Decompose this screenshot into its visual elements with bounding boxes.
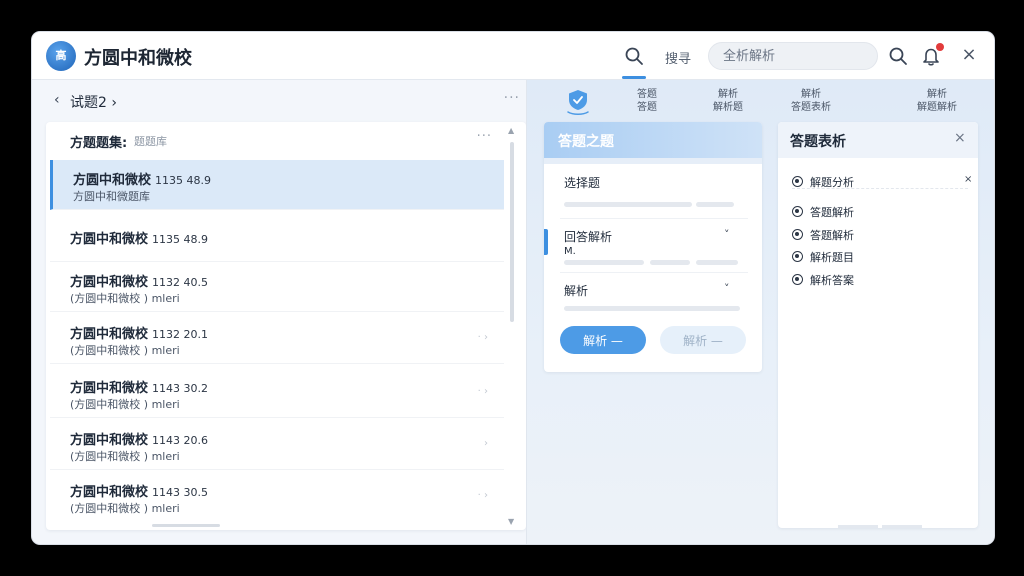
divider xyxy=(792,188,968,189)
placeholder-bar xyxy=(564,202,692,207)
list-item-title: 方圆中和微校 1143 30.2 xyxy=(70,381,208,396)
field-label-choice: 选择题 xyxy=(564,176,601,190)
field-label-answer[interactable]: 回答解析 xyxy=(564,228,612,245)
list-item-subtitle: (方圆中和微校 ) mleri xyxy=(70,450,180,463)
search-tab-indicator xyxy=(622,76,646,79)
placeholder-bar xyxy=(650,260,690,265)
tool-solution[interactable]: 解析 解题解析 xyxy=(917,88,957,114)
search-icon[interactable] xyxy=(624,46,644,66)
list-item-subtitle: (方圆中和微校 ) mleri xyxy=(70,398,180,411)
answer-panel-header: 答题之题 xyxy=(544,122,762,158)
list-more-icon[interactable]: ··· xyxy=(477,129,492,144)
list-item[interactable]: 方圆中和微校 1143 30.2 (方圆中和微校 ) mleri · › xyxy=(50,368,504,418)
active-field-indicator xyxy=(544,229,548,255)
question-list: 方题题集: 题题库 ··· 方圆中和微校 1135 48.9 方圆中和微题库 方圆… xyxy=(46,122,526,530)
footer-bar xyxy=(838,525,878,528)
answer-panel: 答题之题 选择题 回答解析 ˅ M. 解析 ˅ 解析 — 解析 — xyxy=(544,122,762,372)
analysis-option[interactable]: 解题分析 × xyxy=(792,174,972,192)
analysis-option[interactable]: 答题解析 xyxy=(792,227,972,245)
list-header: 方题题集: 题题库 ··· xyxy=(46,122,506,158)
answer-panel-title: 答题之题 xyxy=(558,134,614,150)
list-item[interactable]: 方圆中和微校 1135 48.9 方圆中和微题库 xyxy=(50,160,504,210)
chevron-right-icon: › xyxy=(484,438,488,449)
title-bar: 高 方圆中和微校 搜寻 × xyxy=(32,32,994,80)
analysis-option[interactable]: 答题解析 xyxy=(792,204,972,222)
right-workspace: 答题 答题 解析 解析题 解析 答题表析 解析 解题解析 答题之题 选择题 回答解析 ˅… xyxy=(526,80,994,544)
list-item[interactable]: 方圆中和微校 1132 40.5 (方圆中和微校 ) mleri xyxy=(50,262,504,312)
tool-analysis[interactable]: 解析 解析题 xyxy=(713,88,743,114)
list-title: 方题题集: xyxy=(70,136,128,151)
field-label-analysis[interactable]: 解析 xyxy=(564,282,588,299)
radio-icon xyxy=(792,229,803,240)
notification-badge xyxy=(936,43,944,51)
chevron-down-icon[interactable]: ˅ xyxy=(724,282,730,295)
list-item-subtitle: (方圆中和微校 ) mleri xyxy=(70,292,180,305)
placeholder-bar xyxy=(564,260,644,265)
list-item-title: 方圆中和微校 1143 30.5 xyxy=(70,485,208,500)
list-item-subtitle: (方圆中和微校 ) mleri xyxy=(70,502,180,515)
chevron-down-icon[interactable]: ˅ xyxy=(724,228,730,241)
app-window: 高 方圆中和微校 搜寻 × ‹ 试题2 › ··· 方题题集: 题题库 ··· xyxy=(32,32,994,544)
close-icon[interactable]: × xyxy=(958,44,980,66)
list-item[interactable]: 方圆中和微校 1143 20.6 (方圆中和微校 ) mleri › xyxy=(50,420,504,470)
scroll-thumb[interactable] xyxy=(510,142,514,322)
list-item-title: 方圆中和微校 1135 48.9 xyxy=(73,173,211,188)
list-item-subtitle: (方圆中和微校 ) mleri xyxy=(70,344,180,357)
more-options-icon[interactable]: ··· xyxy=(504,90,520,106)
back-icon[interactable]: ‹ xyxy=(54,92,60,108)
list-item-title: 方圆中和微校 1132 40.5 xyxy=(70,275,208,290)
list-item-title: 方圆中和微校 1132 20.1 xyxy=(70,327,208,342)
chevron-right-icon: · › xyxy=(477,332,488,343)
analysis-panel-title: 答题表析 xyxy=(790,134,846,150)
radio-icon xyxy=(792,251,803,262)
tool-answer[interactable]: 答题 答题 xyxy=(637,88,657,114)
divider xyxy=(560,218,748,219)
placeholder-bar xyxy=(696,202,734,207)
list-item[interactable]: 方圆中和微校 1132 20.1 (方圆中和微校 ) mleri · › xyxy=(50,314,504,364)
list-item-title: 方圆中和微校 1143 20.6 xyxy=(70,433,208,448)
analysis-option[interactable]: 解析题目 xyxy=(792,249,972,267)
list-subtitle: 题题库 xyxy=(134,135,167,148)
header-band xyxy=(544,158,762,164)
list-item-subtitle: 方圆中和微题库 xyxy=(73,190,150,203)
placeholder-bar xyxy=(696,260,738,265)
search-input[interactable] xyxy=(708,42,878,70)
list-item[interactable]: 方圆中和微校 1143 30.5 (方圆中和微校 ) mleri · › xyxy=(50,472,504,522)
placeholder-bar xyxy=(564,306,740,311)
horizontal-scrollbar[interactable] xyxy=(152,524,220,527)
vertical-scrollbar[interactable]: ▲ ▼ xyxy=(508,126,516,526)
radio-icon xyxy=(792,206,803,217)
breadcrumb-title[interactable]: 试题2 › xyxy=(70,92,117,112)
analysis-panel: 答题表析 × 解题分析 × 答题解析 答题解析 解析题目 解析答案 xyxy=(778,122,978,528)
close-icon[interactable]: × xyxy=(954,130,966,146)
radio-icon xyxy=(792,274,803,285)
field-value-answer: M. xyxy=(564,246,576,257)
app-title: 方圆中和微校 xyxy=(84,48,192,69)
analysis-panel-header: 答题表析 × xyxy=(778,122,978,158)
analyze-button[interactable]: 解析 — xyxy=(560,326,646,354)
analysis-option[interactable]: 解析答案 xyxy=(792,272,972,290)
tab-search[interactable]: 搜寻 xyxy=(665,48,691,67)
remove-icon[interactable]: × xyxy=(964,174,972,185)
app-logo-icon: 高 xyxy=(46,41,76,71)
chevron-right-icon: · › xyxy=(477,490,488,501)
chevron-right-icon: · › xyxy=(477,386,488,397)
footer-bar xyxy=(882,525,922,528)
scroll-down-icon[interactable]: ▼ xyxy=(508,517,514,526)
left-panel-header: ‹ 试题2 › ··· xyxy=(46,90,526,114)
radio-icon xyxy=(792,176,803,187)
scroll-up-icon[interactable]: ▲ xyxy=(508,126,514,135)
tool-answer-table[interactable]: 解析 答题表析 xyxy=(791,88,831,114)
secondary-button[interactable]: 解析 — xyxy=(660,326,746,354)
divider xyxy=(560,272,748,273)
list-item-title: 方圆中和微校 1135 48.9 xyxy=(70,232,208,247)
search-submit-icon[interactable] xyxy=(888,46,908,66)
shield-icon[interactable] xyxy=(565,88,591,116)
list-item[interactable]: 方圆中和微校 1135 48.9 xyxy=(50,212,504,262)
